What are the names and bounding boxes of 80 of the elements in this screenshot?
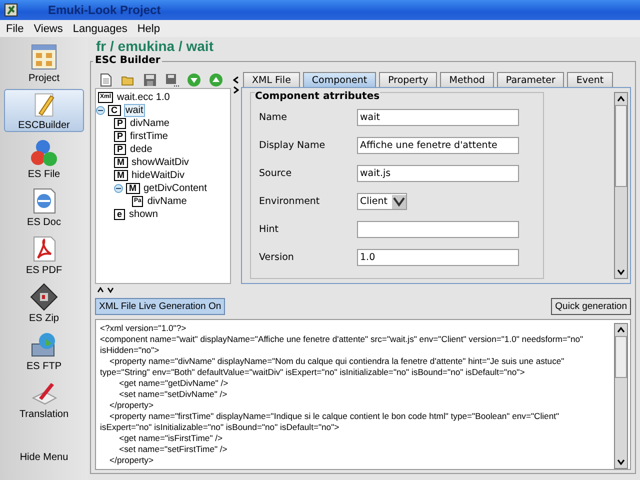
menu-item[interactable]: Views bbox=[34, 22, 63, 34]
field-label: Version bbox=[259, 252, 295, 263]
sidebar-item[interactable]: ES Doc bbox=[4, 185, 84, 228]
sidebar-item[interactable]: ES FTP bbox=[4, 329, 84, 372]
tab[interactable]: Event bbox=[567, 72, 613, 87]
field-label: Environment bbox=[259, 196, 321, 207]
cubes-icon bbox=[29, 138, 59, 168]
tree-item[interactable]: wait bbox=[124, 104, 146, 117]
node-type-icon: P bbox=[114, 144, 126, 155]
tab[interactable]: Parameter bbox=[496, 72, 564, 87]
sidebar-item[interactable]: ES Zip bbox=[4, 281, 84, 324]
code-line: <property name="firstTime" displayName="Indique si le calque contient le bon code html" type="Boolean" env="Client" bbox=[108, 411, 560, 422]
project-icon bbox=[29, 42, 59, 72]
save-icon[interactable] bbox=[143, 73, 157, 87]
text-field[interactable]: Affiche une fenetre d'attente bbox=[357, 137, 519, 154]
sidebar-item[interactable]: ES PDF bbox=[4, 233, 84, 276]
field-label: Hint bbox=[259, 224, 280, 235]
sidebar-item[interactable]: Hide Menu bbox=[4, 435, 84, 478]
code-line: <set name="setFirstTime" /> bbox=[118, 444, 228, 455]
tree-item[interactable]: firstTime bbox=[129, 131, 169, 142]
tab[interactable]: Property bbox=[379, 72, 438, 87]
code-line: <get name="getDivName" /> bbox=[118, 378, 230, 389]
text-field[interactable]: wait bbox=[357, 109, 519, 126]
field-label: Display Name bbox=[259, 140, 326, 151]
node-type-icon: e bbox=[114, 209, 126, 220]
field-label: Source bbox=[259, 168, 293, 179]
sidebar-item[interactable]: Translation bbox=[4, 377, 84, 420]
menu-item[interactable]: Help bbox=[137, 22, 160, 34]
menu-item[interactable]: Languages bbox=[72, 22, 128, 34]
code-line: </property> bbox=[108, 400, 155, 411]
quick-generation-button[interactable]: Quick generation bbox=[551, 298, 631, 314]
node-type-icon: M bbox=[114, 157, 128, 168]
code-line: isExpert="no" isInitializable="no" isBound="no" isDefault="no"> bbox=[100, 422, 340, 433]
tab[interactable]: Component bbox=[302, 72, 376, 87]
window-title: Emuki-Look Project bbox=[48, 3, 161, 17]
code-line: <component name="wait" displayName="Affiche une fenetre d'attente" src="wait.js" env="Client" version="1.0" needsform="no" bbox=[100, 334, 584, 345]
tree-item[interactable]: divName bbox=[146, 196, 188, 207]
code-line: <property name="divName" displayName="Nom du calque qui contiendra la fenetre d'attente" hint="Je suis une astuce" bbox=[108, 356, 566, 367]
tab[interactable]: XML File bbox=[243, 72, 300, 87]
scrollbar[interactable] bbox=[614, 323, 628, 469]
tree-item[interactable]: getDivContent bbox=[142, 183, 208, 194]
code-line: <?xml version="1.0"?> bbox=[100, 323, 188, 334]
tree-item[interactable]: showWaitDiv bbox=[130, 157, 190, 168]
tree-item[interactable]: wait.ecc 1.0 bbox=[116, 92, 171, 103]
app-icon bbox=[4, 3, 18, 17]
node-type-icon: P bbox=[114, 131, 126, 142]
sidebar-item[interactable]: ESCBuilder bbox=[4, 89, 84, 132]
collapse-icon[interactable] bbox=[96, 106, 105, 115]
tab[interactable]: Method bbox=[440, 72, 494, 87]
panel-title: ESC Builder bbox=[93, 55, 162, 66]
node-type-icon: P bbox=[114, 118, 126, 129]
sidebar-item[interactable]: ES File bbox=[4, 137, 84, 180]
node-type-icon: C bbox=[108, 105, 120, 116]
node-type-icon: M bbox=[126, 183, 140, 194]
sidebar-item[interactable]: Project bbox=[4, 41, 84, 84]
field-label: Name bbox=[259, 112, 288, 123]
collapse-icon[interactable] bbox=[114, 184, 123, 193]
text-field[interactable]: wait.js bbox=[357, 165, 519, 182]
breadcrumb: fr / emukina / wait bbox=[95, 37, 214, 55]
menu-item[interactable]: File bbox=[6, 22, 24, 34]
save-as-icon[interactable] bbox=[165, 73, 179, 87]
code-line: <get name="isFirstTime" /> bbox=[118, 433, 224, 444]
code-line: </property> bbox=[108, 455, 155, 466]
tree-item[interactable]: hideWaitDiv bbox=[130, 170, 186, 181]
code-line: <set name="setDivName" /> bbox=[118, 389, 228, 400]
group-title: Component atrributes bbox=[255, 91, 380, 102]
dropdown-arrow-icon[interactable] bbox=[392, 194, 406, 208]
dropdown[interactable]: Client bbox=[357, 193, 407, 210]
code-line: type="String" env="Both" defaultValue="waitDiv" isExpert="no" isInitializable="no" isBound="no" isDefault="no"> bbox=[100, 367, 526, 378]
scrollbar[interactable] bbox=[614, 92, 628, 279]
live-generation-toggle[interactable]: XML File Live Generation On bbox=[95, 298, 226, 314]
text-field[interactable]: 1.0 bbox=[357, 249, 519, 266]
tree-item[interactable]: shown bbox=[128, 209, 159, 220]
code-line: isHidden="no"> bbox=[100, 345, 160, 356]
tree-item[interactable]: divName bbox=[129, 118, 170, 129]
tree-item[interactable]: dede bbox=[129, 144, 154, 155]
xml-editor[interactable] bbox=[95, 319, 631, 470]
text-field[interactable] bbox=[357, 221, 519, 238]
node-type-icon: M bbox=[114, 170, 128, 181]
new-file-icon[interactable] bbox=[99, 73, 113, 87]
